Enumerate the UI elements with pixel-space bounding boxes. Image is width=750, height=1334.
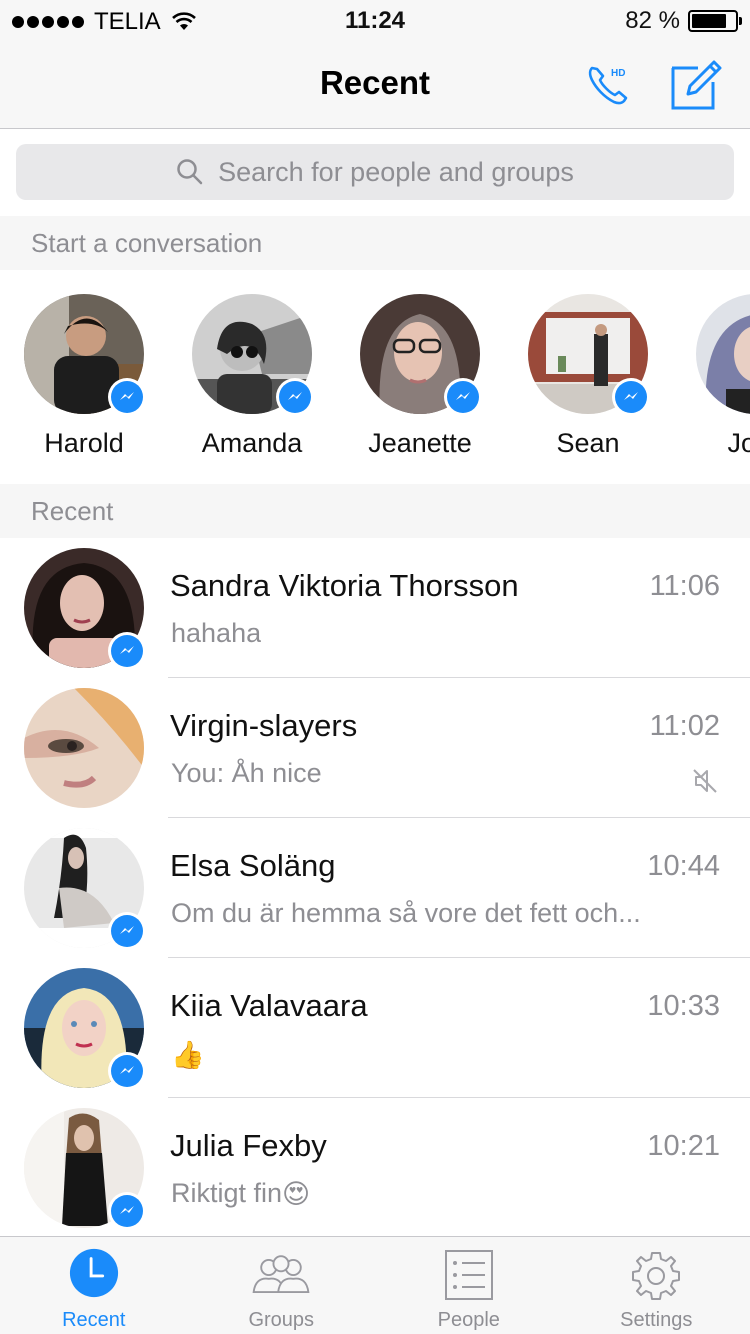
section-header-start-conversation: Start a conversation <box>0 216 750 270</box>
suggested-contact-name: Amanda <box>201 428 303 458</box>
tab-label: Settings <box>620 1309 693 1331</box>
conversation-time: 11:06 <box>649 570 720 602</box>
tab-groups[interactable]: Groups <box>188 1237 376 1334</box>
suggested-contact-harold[interactable]: Harold <box>14 294 154 459</box>
messenger-badge-icon <box>108 1192 146 1230</box>
tab-recent[interactable]: Recent <box>0 1237 188 1334</box>
conversation-name: Elsa Soläng <box>170 848 336 883</box>
tab-bar: Recent Groups People Settings <box>0 1236 750 1334</box>
tab-people[interactable]: People <box>375 1237 563 1334</box>
conversation-row[interactable]: Kiia Valavaara 10:33 👍 <box>0 958 750 1098</box>
conversation-time: 11:02 <box>649 710 720 742</box>
conversation-list: Sandra Viktoria Thorsson 11:06 hahaha Vi… <box>0 538 750 1238</box>
suggested-contact-jeanette[interactable]: Jeanette <box>350 294 490 459</box>
groups-icon <box>252 1255 310 1293</box>
search-icon <box>177 159 203 185</box>
battery-info: 82 % <box>625 7 742 35</box>
compose-icon[interactable] <box>668 58 722 112</box>
messenger-badge-icon <box>108 632 146 670</box>
conversation-name: Virgin-slayers <box>170 708 358 743</box>
suggested-contact-jose[interactable]: Jose <box>686 294 750 459</box>
conversation-time: 10:44 <box>647 850 720 882</box>
suggested-contact-name: Harold <box>44 428 124 458</box>
conversation-name: Kiia Valavaara <box>170 988 368 1023</box>
muted-speaker-icon <box>693 769 717 793</box>
list-icon <box>444 1250 493 1300</box>
svg-text:HD: HD <box>611 68 625 79</box>
suggested-contacts-row[interactable]: Harold Amanda Jeanette Sean Jo <box>0 270 750 484</box>
suggested-contact-name: Jose <box>727 428 750 458</box>
battery-percent: 82 % <box>625 7 680 34</box>
tab-label: Groups <box>248 1309 315 1331</box>
search-container: Search for people and groups <box>0 130 750 216</box>
messenger-badge-icon <box>108 378 146 416</box>
conversation-name: Julia Fexby <box>170 1128 327 1163</box>
conversation-row[interactable]: Julia Fexby 10:21 Riktigt fin😍 <box>0 1098 750 1238</box>
conversation-preview: Om du är hemma så vore det fett och... <box>171 898 641 928</box>
messenger-badge-icon <box>444 378 482 416</box>
conversation-preview: 👍 <box>171 1038 205 1071</box>
suggested-contact-amanda[interactable]: Amanda <box>182 294 322 459</box>
conversation-preview: You: Åh nice <box>171 758 322 788</box>
conversation-preview: hahaha <box>171 618 262 648</box>
nav-bar: Recent HD <box>0 40 750 129</box>
avatar <box>24 688 144 808</box>
suggested-contact-sean[interactable]: Sean <box>518 294 658 459</box>
section-header-recent: Recent <box>0 484 750 538</box>
messenger-badge-icon <box>108 1052 146 1090</box>
search-input[interactable]: Search for people and groups <box>16 144 734 200</box>
battery-icon <box>688 10 742 32</box>
tab-label: People <box>437 1309 500 1331</box>
hd-phone-icon[interactable]: HD <box>584 60 634 110</box>
gear-icon <box>632 1252 681 1300</box>
conversation-time: 10:33 <box>647 990 720 1022</box>
page-title: Recent <box>319 64 431 101</box>
tab-settings[interactable]: Settings <box>563 1237 750 1334</box>
conversation-preview-text: Riktigt fin <box>171 1178 283 1208</box>
conversation-row[interactable]: Virgin-slayers 11:02 You: Åh nice <box>0 678 750 818</box>
messenger-badge-icon <box>276 378 314 416</box>
thumbs-up-emoji: 👍 <box>171 1039 205 1070</box>
messenger-badge-icon <box>612 378 650 416</box>
conversation-preview: Riktigt fin😍 <box>171 1178 310 1210</box>
status-bar: TELIA 11:24 82 % <box>0 0 750 40</box>
search-placeholder: Search for people and groups <box>218 156 574 187</box>
conversation-time: 10:21 <box>647 1130 720 1162</box>
conversation-row[interactable]: Elsa Soläng 10:44 Om du är hemma så vore… <box>0 818 750 958</box>
messenger-badge-icon <box>108 912 146 950</box>
conversation-row[interactable]: Sandra Viktoria Thorsson 11:06 hahaha <box>0 538 750 678</box>
clock-icon <box>69 1248 118 1298</box>
conversation-name: Sandra Viktoria Thorsson <box>170 568 519 603</box>
tab-label: Recent <box>62 1309 126 1331</box>
suggested-contact-name: Jeanette <box>368 428 472 458</box>
suggested-contact-name: Sean <box>556 428 620 458</box>
avatar <box>696 294 750 414</box>
heart-eyes-emoji: 😍 <box>282 1179 311 1210</box>
